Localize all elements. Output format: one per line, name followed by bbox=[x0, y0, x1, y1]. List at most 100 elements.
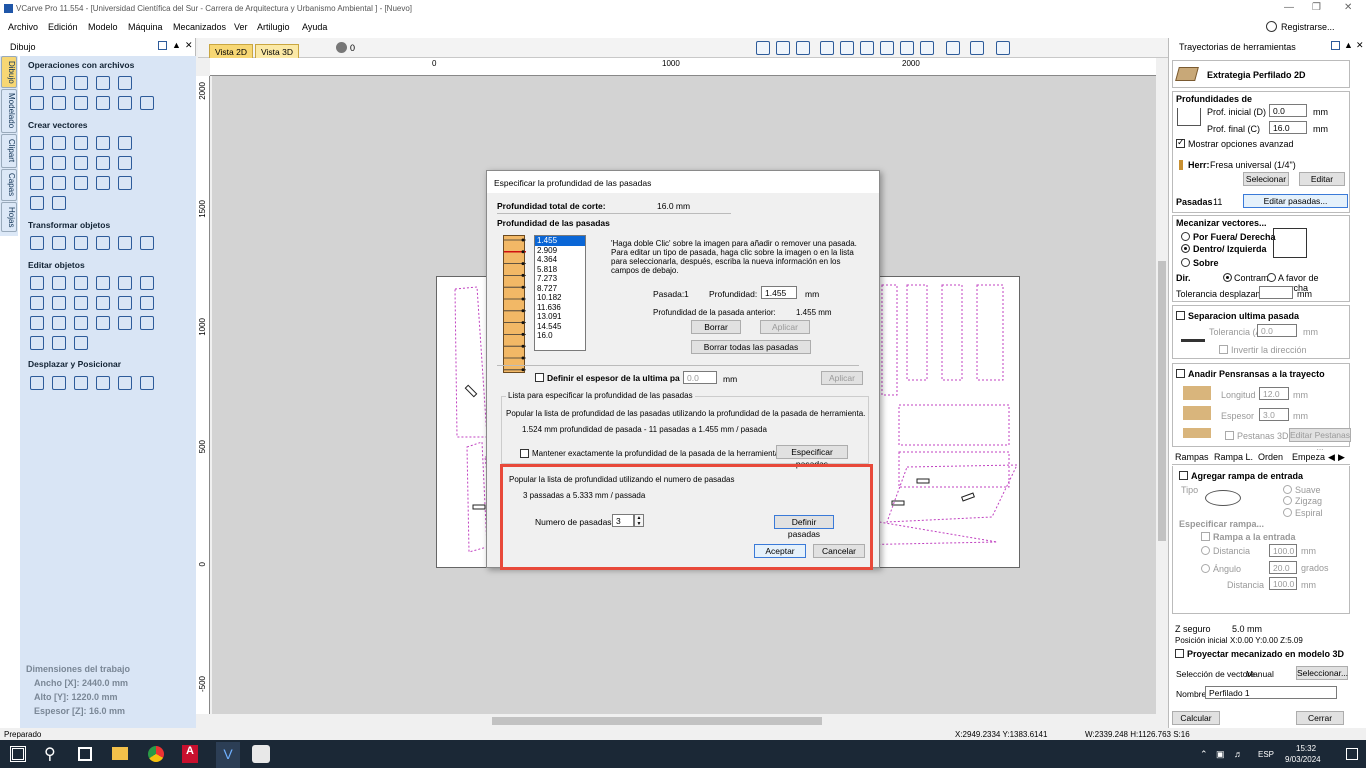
project-3d-checkbox[interactable] bbox=[1175, 649, 1184, 658]
tool-icon[interactable] bbox=[96, 136, 110, 150]
add-ramp-checkbox[interactable] bbox=[1179, 471, 1188, 480]
tool-icon[interactable] bbox=[30, 316, 44, 330]
tab-dibujo[interactable]: Dibujo bbox=[1, 56, 17, 88]
delete-all-passes-button[interactable]: Borrar todas las pasadas bbox=[691, 340, 811, 354]
zigzag-radio[interactable] bbox=[1283, 496, 1292, 505]
tool-icon[interactable] bbox=[74, 336, 88, 350]
tool-icon[interactable] bbox=[52, 176, 66, 190]
cut-depth-input[interactable]: 16.0 bbox=[1269, 121, 1307, 134]
tool-icon[interactable] bbox=[30, 176, 44, 190]
tab-thick-input[interactable]: 3.0 bbox=[1259, 408, 1289, 421]
toolpath-name-input[interactable]: Perfilado 1 bbox=[1205, 686, 1337, 699]
panel-close-icon[interactable]: ✕ bbox=[185, 40, 193, 51]
tool-icon[interactable] bbox=[118, 176, 132, 190]
menu-archivo[interactable]: Archivo bbox=[8, 22, 38, 32]
tool-icon[interactable] bbox=[30, 156, 44, 170]
view-tool-icon[interactable] bbox=[820, 41, 834, 55]
close-icon[interactable]: ✕ bbox=[1344, 2, 1352, 13]
pass-list-item[interactable]: 11.636 bbox=[535, 303, 585, 313]
tool-icon[interactable] bbox=[140, 96, 154, 110]
view-tool-icon[interactable] bbox=[996, 41, 1010, 55]
network-icon[interactable]: ▣ bbox=[1216, 749, 1225, 760]
view-tool-icon[interactable] bbox=[880, 41, 894, 55]
tool-icon[interactable] bbox=[140, 296, 154, 310]
tool-icon[interactable] bbox=[96, 96, 110, 110]
depth-input[interactable]: 1.455 bbox=[761, 286, 797, 299]
tool-icon[interactable] bbox=[52, 76, 66, 90]
distance2-input[interactable]: 100.0 bbox=[1269, 577, 1297, 590]
view-tool-icon[interactable] bbox=[946, 41, 960, 55]
tool-icon[interactable] bbox=[52, 316, 66, 330]
view-tool-icon[interactable] bbox=[860, 41, 874, 55]
tab-rampa-l[interactable]: Rampa L. bbox=[1214, 452, 1253, 462]
tool-icon[interactable] bbox=[118, 376, 132, 390]
pass-list-item[interactable]: 2.909 bbox=[535, 246, 585, 256]
pass-list-item[interactable]: 4.364 bbox=[535, 255, 585, 265]
menu-modelo[interactable]: Modelo bbox=[88, 22, 118, 32]
tool-icon[interactable] bbox=[74, 276, 88, 290]
view-tool-icon[interactable] bbox=[900, 41, 914, 55]
panel-close-icon[interactable]: ✕ bbox=[1356, 40, 1364, 51]
view-tool-icon[interactable] bbox=[796, 41, 810, 55]
tab-modelado[interactable]: Modelado bbox=[1, 89, 17, 133]
conventional-radio[interactable] bbox=[1267, 273, 1276, 282]
tool-icon[interactable] bbox=[52, 276, 66, 290]
help-icon[interactable] bbox=[158, 41, 167, 50]
tool-icon[interactable] bbox=[96, 176, 110, 190]
file-explorer-icon[interactable] bbox=[112, 747, 128, 760]
register-link[interactable]: Registrarse... bbox=[1281, 22, 1335, 32]
clock-time[interactable]: 15:32 bbox=[1296, 744, 1316, 753]
spiral-radio[interactable] bbox=[1283, 508, 1292, 517]
on-radio[interactable] bbox=[1181, 258, 1190, 267]
apply-pass-button[interactable]: Aplicar bbox=[760, 320, 810, 334]
distance-input[interactable]: 100.0 bbox=[1269, 544, 1297, 557]
vcarve-icon[interactable]: V bbox=[216, 742, 240, 768]
pass-list-item[interactable]: 8.727 bbox=[535, 284, 585, 294]
tab-capas[interactable]: Capas bbox=[1, 169, 17, 201]
tool-icon[interactable] bbox=[140, 316, 154, 330]
tool-icon[interactable] bbox=[30, 196, 44, 210]
angle-radio[interactable] bbox=[1201, 564, 1210, 573]
tab-length-input[interactable]: 12.0 bbox=[1259, 387, 1289, 400]
tool-icon[interactable] bbox=[96, 156, 110, 170]
tool-icon[interactable] bbox=[118, 156, 132, 170]
tool-icon[interactable] bbox=[96, 316, 110, 330]
tool-icon[interactable] bbox=[52, 376, 66, 390]
tool-icon[interactable] bbox=[96, 376, 110, 390]
allowance-input[interactable] bbox=[1259, 286, 1293, 299]
menu-edicion[interactable]: Edición bbox=[48, 22, 78, 32]
tool-icon[interactable] bbox=[30, 276, 44, 290]
menu-ayuda[interactable]: Ayuda bbox=[302, 22, 327, 32]
tool-icon[interactable] bbox=[118, 316, 132, 330]
search-icon[interactable]: ⚲ bbox=[44, 744, 64, 764]
maximize-icon[interactable]: ❐ bbox=[1312, 2, 1321, 13]
delete-pass-button[interactable]: Borrar bbox=[691, 320, 741, 334]
volume-icon[interactable]: ♬ bbox=[1234, 749, 1243, 759]
tool-icon[interactable] bbox=[74, 316, 88, 330]
tool-icon[interactable] bbox=[96, 236, 110, 250]
pin-icon[interactable]: ▲ bbox=[1344, 40, 1353, 50]
tool-icon[interactable] bbox=[30, 336, 44, 350]
notification-icon[interactable] bbox=[1346, 748, 1358, 760]
tool-icon[interactable] bbox=[52, 136, 66, 150]
tool-icon[interactable] bbox=[52, 96, 66, 110]
task-view-icon[interactable] bbox=[78, 747, 92, 761]
tool-icon[interactable] bbox=[74, 96, 88, 110]
language-indicator[interactable]: ESP bbox=[1258, 750, 1274, 759]
pass-depth-list[interactable]: 1.455 2.909 4.364 5.818 7.273 8.727 10.182 11.6… bbox=[534, 235, 586, 351]
close-button[interactable]: Cerrar bbox=[1296, 711, 1344, 725]
tool-icon[interactable] bbox=[74, 156, 88, 170]
tool-icon[interactable] bbox=[118, 76, 132, 90]
tool-icon[interactable] bbox=[52, 296, 66, 310]
tabs-3d-checkbox[interactable] bbox=[1225, 431, 1234, 440]
invert-dir-checkbox[interactable] bbox=[1219, 345, 1228, 354]
pass-list-item[interactable]: 10.182 bbox=[535, 293, 585, 303]
tab-vista-3d[interactable]: Vista 3D bbox=[255, 44, 299, 58]
horizontal-scrollbar[interactable] bbox=[212, 714, 1156, 728]
view-tool-icon[interactable] bbox=[840, 41, 854, 55]
minimize-icon[interactable]: — bbox=[1284, 2, 1294, 13]
tool-icon[interactable] bbox=[118, 276, 132, 290]
tool-icon[interactable] bbox=[74, 376, 88, 390]
tool-icon[interactable] bbox=[52, 196, 66, 210]
angle-input[interactable]: 20.0 bbox=[1269, 561, 1297, 574]
